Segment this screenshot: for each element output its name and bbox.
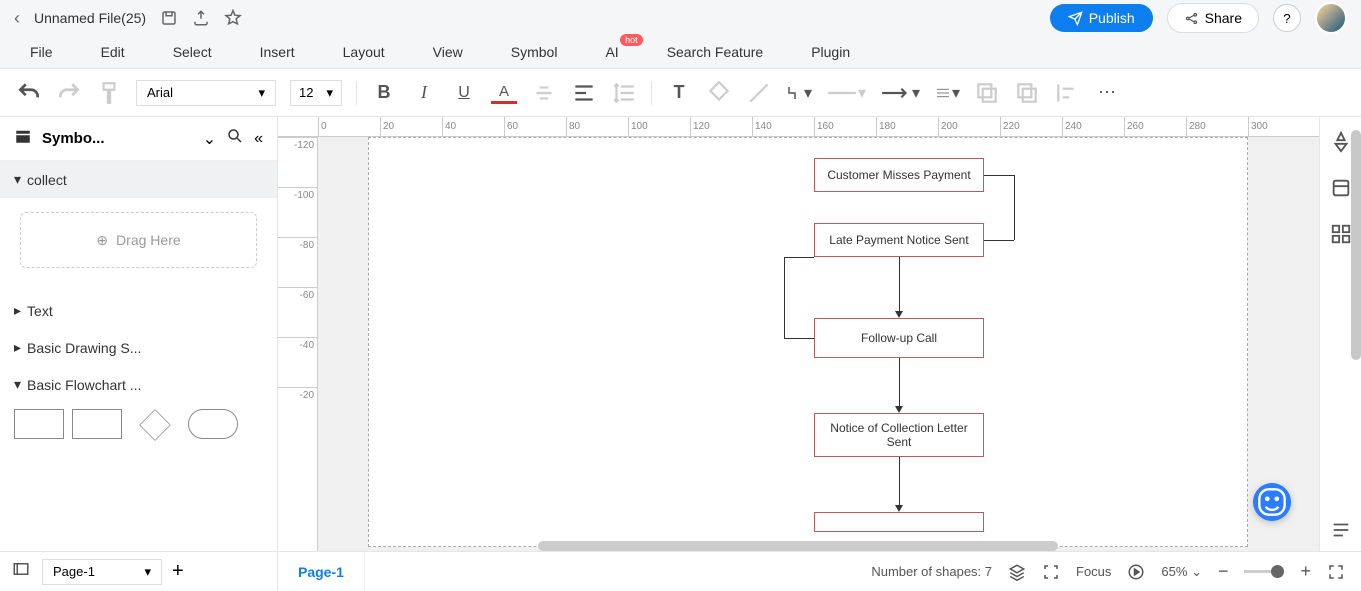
zoom-in-button[interactable]: + bbox=[1300, 561, 1311, 582]
redo-button[interactable] bbox=[56, 80, 82, 106]
menu-symbol[interactable]: Symbol bbox=[511, 44, 558, 60]
sidebar-section-flowchart[interactable]: ▾ Basic Flowchart ... bbox=[0, 366, 277, 403]
text-tool-button[interactable]: T bbox=[666, 80, 692, 106]
line-style-button[interactable]: ▾ bbox=[826, 80, 866, 106]
zoom-out-button[interactable]: − bbox=[1218, 561, 1229, 582]
back-button[interactable]: ‹ bbox=[14, 8, 20, 29]
footer: Page-1▾ + Page-1 Number of shapes: 7 Foc… bbox=[0, 551, 1361, 591]
list-icon[interactable] bbox=[1330, 519, 1352, 541]
menu-ai[interactable]: AIhot bbox=[605, 44, 618, 60]
flow-box[interactable]: Follow-up Call bbox=[814, 318, 984, 358]
style-icon[interactable] bbox=[1330, 177, 1352, 199]
publish-button[interactable]: Publish bbox=[1050, 4, 1153, 32]
play-icon[interactable] bbox=[1127, 563, 1145, 581]
menu-search[interactable]: Search Feature bbox=[667, 44, 764, 60]
arrow-style-button[interactable]: ▾ bbox=[880, 80, 920, 106]
save-icon[interactable] bbox=[160, 9, 178, 27]
font-select[interactable]: Arial▾ bbox=[136, 80, 276, 106]
menu-file[interactable]: File bbox=[30, 44, 53, 60]
menu-layout[interactable]: Layout bbox=[343, 44, 385, 60]
fill-button[interactable] bbox=[706, 80, 732, 106]
flow-box[interactable]: Customer Misses Payment bbox=[814, 158, 984, 192]
page-tab[interactable]: Page-1 bbox=[278, 552, 365, 591]
menu-edit[interactable]: Edit bbox=[101, 44, 125, 60]
align-button[interactable] bbox=[571, 80, 597, 106]
sidebar: Symbo... ⌄ « ▾ collect ⊕ Drag Here ▸ Tex… bbox=[0, 117, 278, 551]
page-dropdown[interactable]: Page-1▾ bbox=[42, 559, 162, 585]
font-color-button[interactable]: A bbox=[491, 82, 517, 104]
sidebar-section-collect[interactable]: ▾ collect bbox=[0, 161, 277, 198]
zoom-slider[interactable] bbox=[1244, 570, 1284, 573]
sidebar-title: Symbo... bbox=[42, 130, 193, 147]
add-page-button[interactable]: + bbox=[172, 560, 184, 583]
more-button[interactable]: ⋯ bbox=[1094, 80, 1120, 106]
layers-icon[interactable] bbox=[1008, 563, 1026, 581]
help-button[interactable]: ? bbox=[1273, 4, 1301, 32]
shape-grid bbox=[0, 403, 277, 447]
toolbar: Arial▾ 12▾ B I U A T ▾ ▾ ▾ ▾ ⋯ bbox=[0, 69, 1361, 117]
strike-button[interactable] bbox=[531, 80, 557, 106]
sidebar-section-text[interactable]: ▸ Text bbox=[0, 292, 277, 329]
italic-button[interactable]: I bbox=[411, 80, 437, 106]
send-back-button[interactable] bbox=[1014, 80, 1040, 106]
scrollbar-h[interactable] bbox=[538, 541, 1058, 551]
shape-count: Number of shapes: 7 bbox=[871, 564, 992, 579]
export-icon[interactable] bbox=[192, 9, 210, 27]
line-spacing-button[interactable] bbox=[611, 80, 637, 106]
sidebar-section-drawing[interactable]: ▸ Basic Drawing S... bbox=[0, 329, 277, 366]
fullscreen-icon[interactable] bbox=[1327, 563, 1345, 581]
align-objects-button[interactable] bbox=[1054, 80, 1080, 106]
scrollbar-v[interactable] bbox=[1351, 130, 1361, 360]
focus-label[interactable]: Focus bbox=[1076, 564, 1111, 579]
shape-round[interactable] bbox=[188, 409, 238, 439]
avatar[interactable] bbox=[1315, 2, 1347, 34]
library-icon bbox=[14, 127, 32, 150]
menu-insert[interactable]: Insert bbox=[260, 44, 295, 60]
bold-button[interactable]: B bbox=[371, 80, 397, 106]
canvas-area: 0204060801001201401601802002202402602803… bbox=[278, 117, 1319, 551]
star-icon[interactable] bbox=[224, 9, 242, 27]
flow-box[interactable]: Notice of Collection Letter Sent bbox=[814, 413, 984, 457]
expand-icon[interactable]: ⌄ bbox=[203, 129, 216, 149]
undo-button[interactable] bbox=[16, 80, 42, 106]
ruler-horizontal: 0204060801001201401601802002202402602803… bbox=[278, 117, 1319, 137]
ruler-vertical: -120-100-80-60-40-20 bbox=[278, 137, 318, 551]
collapse-icon[interactable]: « bbox=[254, 130, 263, 148]
menubar: File Edit Select Insert Layout View Symb… bbox=[0, 36, 1361, 68]
format-painter-button[interactable] bbox=[96, 80, 122, 106]
flow-box[interactable] bbox=[814, 512, 984, 532]
menu-plugin[interactable]: Plugin bbox=[811, 44, 850, 60]
underline-button[interactable]: U bbox=[451, 80, 477, 106]
bring-front-button[interactable] bbox=[974, 80, 1000, 106]
size-select[interactable]: 12▾ bbox=[290, 80, 342, 106]
canvas[interactable]: Customer Misses Payment Late Payment Noti… bbox=[318, 137, 1319, 551]
shape-diamond[interactable] bbox=[139, 409, 171, 441]
share-label: Share bbox=[1205, 10, 1242, 26]
connector-button[interactable]: ▾ bbox=[786, 80, 812, 106]
grid-icon[interactable] bbox=[1330, 223, 1352, 245]
shape-rect2[interactable] bbox=[72, 409, 122, 439]
hot-badge: hot bbox=[620, 34, 643, 46]
outline-icon[interactable] bbox=[10, 560, 32, 583]
shape-rect[interactable] bbox=[14, 409, 64, 439]
plus-icon: ⊕ bbox=[96, 232, 108, 249]
menu-select[interactable]: Select bbox=[173, 44, 212, 60]
assistant-button[interactable] bbox=[1253, 483, 1291, 521]
zoom-value[interactable]: 65% ⌄ bbox=[1161, 564, 1202, 580]
search-icon[interactable] bbox=[226, 127, 244, 150]
line-weight-button[interactable]: ▾ bbox=[934, 80, 960, 106]
share-button[interactable]: Share bbox=[1167, 3, 1259, 33]
paper: Customer Misses Payment Late Payment Noti… bbox=[368, 137, 1248, 547]
flow-box[interactable]: Late Payment Notice Sent bbox=[814, 223, 984, 257]
publish-label: Publish bbox=[1089, 10, 1135, 26]
focus-icon[interactable] bbox=[1042, 563, 1060, 581]
theme-icon[interactable] bbox=[1330, 131, 1352, 153]
file-name: Unnamed File(25) bbox=[34, 10, 146, 26]
drag-zone[interactable]: ⊕ Drag Here bbox=[20, 212, 257, 268]
line-color-button[interactable] bbox=[746, 80, 772, 106]
menu-view[interactable]: View bbox=[433, 44, 463, 60]
